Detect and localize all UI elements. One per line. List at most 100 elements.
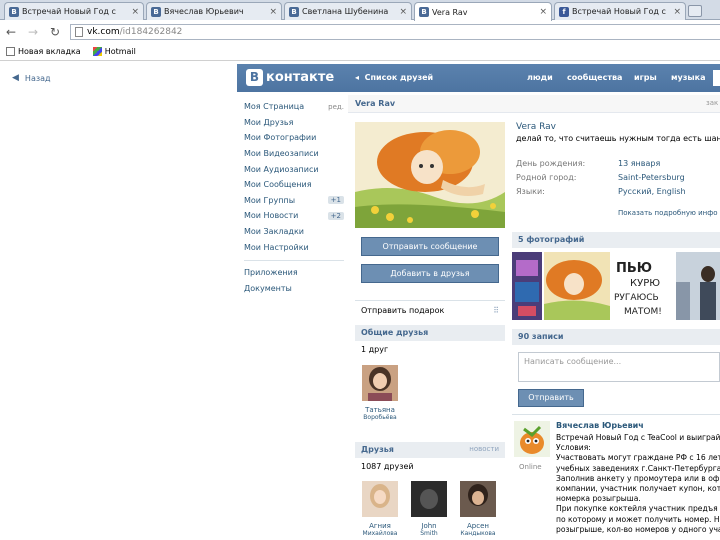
vk-logo[interactable]: В контакте [246, 69, 334, 86]
count-badge: +1 [327, 196, 344, 205]
post-author-name[interactable]: Вячеслав Юрьевич [556, 421, 644, 430]
friend-first-name: Агния [369, 522, 391, 530]
vk-logo-text: контакте [266, 70, 335, 85]
vk-favicon: B [419, 7, 429, 17]
forward-arrow-icon[interactable]: → [22, 25, 44, 39]
friend-photo [362, 481, 398, 517]
menu-item-bookmarks[interactable]: Мои Закладки [244, 224, 344, 240]
menu-item-photos[interactable]: Мои Фотографии [244, 130, 344, 146]
close-tab-icon[interactable]: × [131, 7, 139, 17]
profile-avatar[interactable] [355, 122, 505, 228]
photo-thumb[interactable] [512, 252, 542, 320]
browser-tab[interactable]: B Светлана Шубенина × [284, 2, 412, 20]
browser-tab[interactable]: f Встречай Новый Год с × [554, 2, 686, 20]
wall-post-button[interactable]: Отправить [518, 389, 584, 407]
gift-label: Отправить подарок [361, 306, 445, 315]
photo-image [676, 252, 720, 320]
nav-people[interactable]: люди [527, 73, 553, 82]
send-gift-link[interactable]: Отправить подарок ⠿ [355, 300, 505, 320]
close-tab-icon[interactable]: × [399, 7, 407, 17]
menu-item-groups[interactable]: Мои Группы +1 [244, 193, 344, 209]
profile-info: Vera Rav делай то, что считаешь нужным т… [516, 122, 720, 217]
friend-photo [362, 365, 398, 401]
reload-icon[interactable]: ↻ [44, 25, 66, 39]
menu-item-videos[interactable]: Мои Видеозаписи [244, 146, 344, 162]
poster-image: ПЬЮ КУРЮ РУГАЮСЬ МАТОМ! [612, 252, 674, 320]
info-key: День рождения: [516, 159, 586, 168]
count-badge: +2 [327, 211, 344, 220]
close-tab-icon[interactable]: × [673, 7, 681, 17]
tab-title: Вячеслав Юрьевич [164, 7, 244, 16]
menu-item-friends[interactable]: Мои Друзья [244, 115, 344, 131]
add-friend-button[interactable]: Добавить в друзья [361, 264, 499, 283]
menu-item-settings[interactable]: Мои Настройки [244, 239, 344, 255]
bookmarks-bar: Новая вкладка Hotmail [0, 43, 720, 61]
friend-card[interactable]: John Smith [404, 481, 454, 537]
post-text: Встречай Новый Год с TeaCool и выиграй i… [556, 433, 720, 535]
post-line: по которому и может получить номер. Номе [556, 514, 720, 524]
post-line: Встречай Новый Год с TeaCool и выиграй i… [556, 433, 720, 442]
friend-card[interactable]: Татьяна Воробьёва [355, 365, 405, 421]
info-value[interactable]: Saint-Petersburg [618, 173, 685, 182]
edit-link[interactable]: ред. [328, 103, 344, 111]
back-label: Назад [24, 73, 51, 83]
photo-thumb[interactable] [676, 252, 720, 320]
menu-label: Мои Аудиозаписи [244, 164, 319, 174]
info-value[interactable]: Русский, English [618, 187, 686, 196]
poster-line: РУГАЮСЬ [614, 293, 659, 303]
photos-header[interactable]: 5 фотографий [512, 232, 720, 248]
menu-label: Мои Друзья [244, 117, 294, 127]
menu-item-audio[interactable]: Мои Аудиозаписи [244, 161, 344, 177]
vk-favicon: B [9, 6, 19, 17]
menu-item-messages[interactable]: Мои Сообщения [244, 177, 344, 193]
info-value[interactable]: 13 января [618, 159, 660, 168]
wall-post-input[interactable]: Написать сообщение... [518, 352, 720, 382]
post-line: розыгрыше, кол-во номеров у одного участ [556, 524, 720, 534]
section-header[interactable]: Общие друзья [355, 325, 505, 341]
address-bar[interactable]: vk.com/id184262842 [70, 24, 720, 40]
menu-label: Документы [244, 283, 292, 293]
send-message-button[interactable]: Отправить сообщение [361, 237, 499, 256]
back-link[interactable]: ◀ Назад [12, 73, 51, 83]
friends-list-link[interactable]: ◂ Список друзей [355, 73, 433, 82]
photo-thumb[interactable]: ПЬЮ КУРЮ РУГАЮСЬ МАТОМ! [612, 252, 674, 320]
section-header[interactable]: Друзья новости [355, 442, 505, 458]
post-author-avatar[interactable] [514, 421, 550, 457]
friends-news-link[interactable]: новости [469, 445, 499, 455]
player-button[interactable] [713, 70, 720, 86]
nav-music[interactable]: музыка [671, 73, 705, 82]
nav-games[interactable]: игры [634, 73, 657, 82]
menu-item-my-page[interactable]: Моя Страница ред. [244, 99, 344, 115]
friend-last-name: Кандыкова [460, 530, 496, 537]
menu-item-documents[interactable]: Документы [244, 281, 344, 297]
menu-item-news[interactable]: Мои Новости +2 [244, 208, 344, 224]
left-menu: Моя Страница ред. Мои Друзья Мои Фотограф… [244, 99, 344, 296]
photo-thumb[interactable] [544, 252, 610, 320]
section-count: 1087 друзей [361, 462, 414, 471]
friend-card[interactable]: Агния Михайлова [355, 481, 405, 537]
bookmark-hotmail[interactable]: Hotmail [92, 47, 136, 56]
browser-tab[interactable]: B Вячеслав Юрьевич × [146, 2, 282, 20]
page-icon [6, 47, 15, 56]
profile-status[interactable]: делай то, что считаешь нужным тогда есть… [516, 134, 720, 143]
bookmark-new-tab[interactable]: Новая вкладка [6, 47, 81, 56]
wall-header[interactable]: 90 записи [512, 329, 720, 345]
show-more-info-link[interactable]: Показать подробную инфо [618, 209, 717, 217]
browser-toolbar: ← → ↻ vk.com/id184262842 [0, 21, 720, 43]
post-line: компании, участник получает купон, кото [556, 484, 720, 494]
new-tab-button[interactable] [688, 5, 702, 17]
close-tab-icon[interactable]: × [269, 7, 277, 17]
vk-header: В контакте ◂ Список друзей люди сообщест… [237, 64, 720, 92]
online-status: Online [519, 463, 542, 471]
avatar-illustration [355, 122, 505, 228]
close-tab-icon[interactable]: × [539, 7, 547, 17]
tab-title: Vera Rav [432, 7, 468, 17]
browser-tab[interactable]: B Встречай Новый Год с × [4, 2, 144, 20]
windows-logo-icon [92, 47, 102, 56]
browser-tab-active[interactable]: B Vera Rav × [414, 2, 552, 21]
close-link[interactable]: зак [706, 99, 718, 107]
friend-card[interactable]: Арсен Кандыкова [453, 481, 503, 537]
nav-communities[interactable]: сообщества [567, 73, 622, 82]
menu-item-apps[interactable]: Приложения [244, 265, 344, 281]
back-arrow-icon[interactable]: ← [0, 25, 22, 39]
